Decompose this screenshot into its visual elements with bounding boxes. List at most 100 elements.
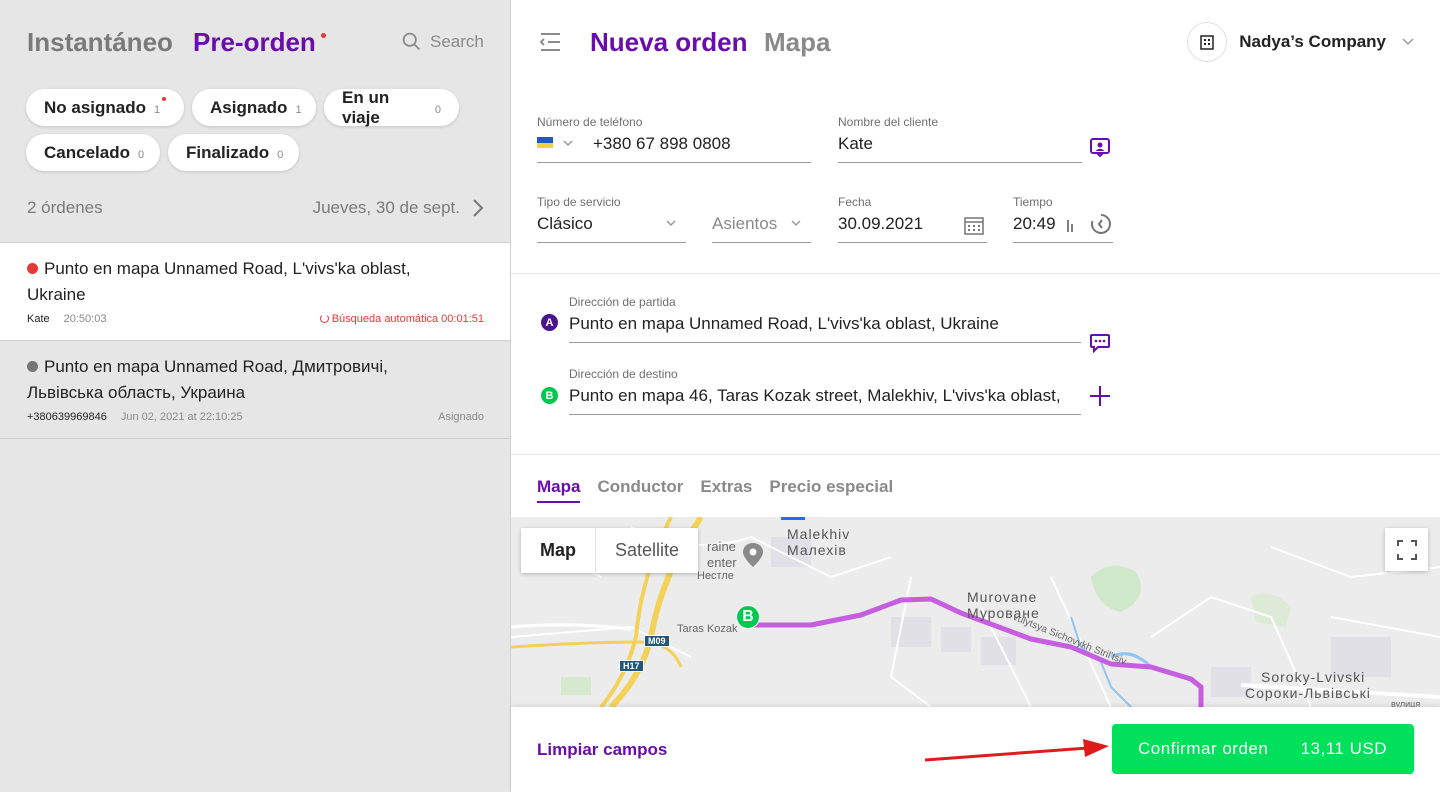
service-type-select[interactable]: Tipo de servicio Clásico [537,195,686,243]
chevron-down-icon [791,220,801,227]
search-button[interactable]: Search [401,31,484,52]
map-label-center-a: raine [707,539,736,554]
service-type-label: Tipo de servicio [537,195,621,209]
phone-input[interactable]: +380 67 898 0808 [593,134,731,154]
seats-select[interactable]: Asientos [712,195,811,243]
map-label-soroky: Soroky-Lvivski [1261,669,1366,685]
map-type-map-button[interactable]: Map [521,528,596,573]
text-cursor-icon [1067,220,1073,232]
divider [511,273,1440,274]
orders-count: 2 órdenes [27,198,103,217]
order-title: Punto en mapa Unnamed Road, Дмитровичі, … [27,354,447,406]
fullscreen-icon [1396,539,1417,560]
orders-header: Instantáneo Pre-orden Search [0,0,510,80]
contact-card-icon[interactable] [1089,136,1111,158]
map-label-taras-kozak: Taras Kozak [677,623,738,635]
chevron-down-icon [666,220,676,227]
destination-address-input[interactable]: Punto en mapa 46, Taras Kozak street, Ma… [569,386,1081,406]
tab-preorder[interactable]: Pre-orden [193,27,316,58]
order-status-text: Búsqueda automática 00:01:51 [331,313,484,325]
filter-unassigned[interactable]: No asignado 1 [26,89,184,126]
time-history-icon[interactable] [1089,212,1113,236]
company-selector[interactable]: Nadya’s Company [1187,22,1414,62]
tab-new-order[interactable]: Nueva orden [590,27,748,58]
calendar-icon[interactable] [964,215,984,235]
pickup-address-field[interactable]: Dirección de partida Punto en mapa Unnam… [569,295,1081,343]
orders-panel: Instantáneo Pre-orden Search No asignado… [0,0,511,792]
detail-tabs: Mapa Conductor Extras Precio especial [537,477,893,503]
seats-placeholder: Asientos [712,214,778,233]
map-label-nestle: Нестле [697,570,734,582]
ukraine-flag-icon[interactable] [537,137,553,148]
chevron-right-icon[interactable] [472,199,484,217]
destination-address-label: Dirección de destino [569,367,678,381]
tab-map-detail[interactable]: Mapa [537,477,581,503]
pickup-pin-icon: A [541,314,558,331]
order-item[interactable]: Punto en mapa Unnamed Road, Дмитровичі, … [0,340,510,439]
tab-instant[interactable]: Instantáneo [27,27,173,58]
pickup-address-input[interactable]: Punto en mapa Unnamed Road, L'vivs'ka ob… [569,314,1081,334]
client-name-field[interactable]: Nombre del cliente Kate [838,115,1082,163]
date-input[interactable]: 30.09.2021 [838,214,923,234]
pickup-address-label: Dirección de partida [569,295,676,309]
filter-cancelled[interactable]: Cancelado 0 [26,134,160,171]
filter-count: 1 [295,104,302,116]
destination-marker[interactable]: B [736,605,760,629]
route-map[interactable]: Malekhiv Малехів Murovane Муроване Sorok… [511,517,1440,707]
order-address: Punto en mapa Unnamed Road, L'vivs'ka ob… [27,259,411,304]
road-badge-h17: H17 [619,660,644,672]
add-stop-icon[interactable] [1089,385,1111,407]
filter-label: En un viaje [342,87,390,127]
building-icon [1187,22,1228,62]
time-field[interactable]: Tiempo 20:49 [1013,195,1113,243]
filter-label: Cancelado [44,142,130,162]
map-label-malekhiv-cyr: Малехів [787,542,847,558]
tab-extras[interactable]: Extras [700,477,752,503]
confirm-order-label: Confirmar orden [1138,739,1269,758]
arrow-annotation-icon [924,739,1109,762]
filter-count: 0 [137,149,145,161]
status-filters: No asignado 1 Asignado 1 En un viaje 0 C… [26,87,486,171]
order-footer: Limpiar campos Confirmar orden 13,11 USD [511,707,1440,792]
map-type-switch: Map Satellite [521,528,699,573]
divider [511,454,1440,455]
order-time: 20:50:03 [63,313,107,325]
time-input[interactable]: 20:49 [1013,214,1056,234]
date-label: Fecha [838,195,872,209]
filter-finished[interactable]: Finalizado 0 [168,134,299,171]
clear-fields-button[interactable]: Limpiar campos [537,740,667,760]
map-label-soroky-cyr: Сороки-Львівські [1245,685,1371,701]
fullscreen-button[interactable] [1385,528,1428,571]
road-badge-m09: M09 [644,635,670,647]
filter-alert-dot [162,97,166,101]
map-label-vulytsia: вулиця [1391,699,1421,707]
map-type-satellite-button[interactable]: Satellite [596,528,698,573]
loading-icon [319,314,329,323]
order-client: +380639969846 [27,411,107,423]
tab-driver[interactable]: Conductor [597,477,683,503]
tab-special-price[interactable]: Precio especial [769,477,893,503]
clock-icon [27,361,38,372]
filter-assigned[interactable]: Asignado 1 [192,89,316,126]
order-item[interactable]: Punto en mapa Unnamed Road, L'vivs'ka ob… [0,242,510,340]
destination-address-field[interactable]: Dirección de destino Punto en mapa 46, T… [569,367,1081,415]
comment-icon[interactable] [1089,333,1111,353]
order-title: Punto en mapa Unnamed Road, L'vivs'ka ob… [27,256,447,308]
client-name-input[interactable]: Kate [838,134,873,154]
client-name-label: Nombre del cliente [838,115,939,129]
new-order-panel: Nueva orden Mapa Nadya’s Company Número … [511,0,1440,792]
chevron-down-icon[interactable] [563,140,573,147]
service-type-value: Clásico [537,214,593,233]
order-client: Kate [27,313,50,325]
order-status: Asignado [438,411,484,423]
filter-on-trip[interactable]: En un viaje 0 [324,87,459,127]
phone-field[interactable]: Número de teléfono +380 67 898 0808 [537,115,811,163]
confirm-order-button[interactable]: Confirmar orden 13,11 USD [1112,724,1414,774]
map-label-malekhiv: Malekhiv [787,526,851,542]
time-label: Tiempo [1013,195,1053,209]
collapse-menu-icon[interactable] [538,31,562,53]
tab-map[interactable]: Mapa [764,27,830,58]
app: Instantáneo Pre-orden Search No asignado… [0,0,1440,792]
order-address: Punto en mapa Unnamed Road, Дмитровичі, … [27,357,388,402]
date-field[interactable]: Fecha 30.09.2021 [838,195,987,243]
